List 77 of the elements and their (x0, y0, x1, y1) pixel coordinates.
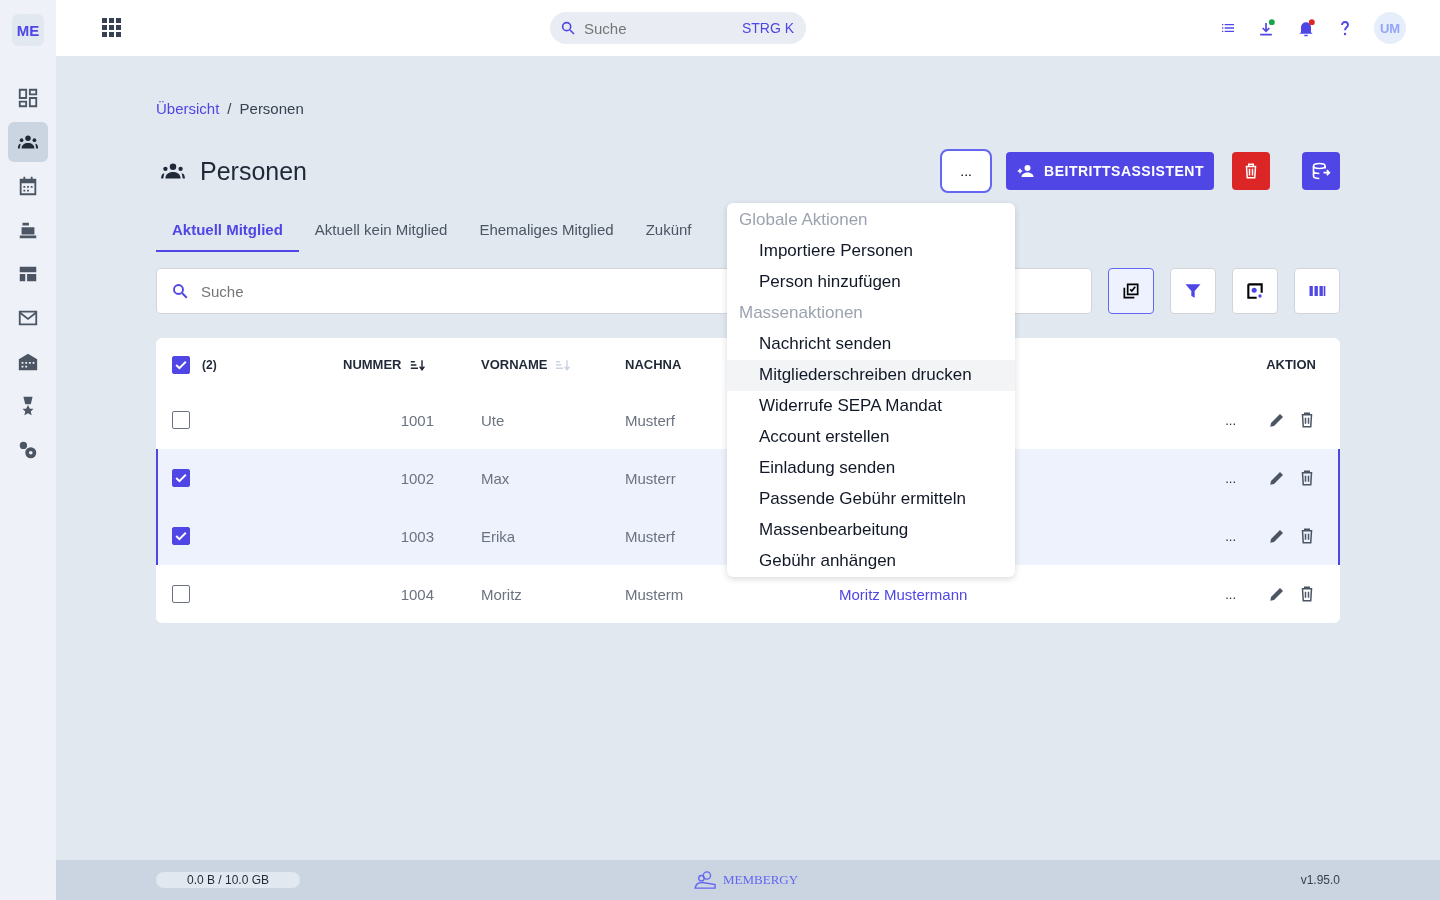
more-actions-button[interactable]: ... (1225, 528, 1236, 544)
search-icon (171, 282, 189, 300)
calendar-icon (17, 175, 39, 197)
tab[interactable]: Aktuell Mitglied (156, 209, 299, 252)
row-checkbox[interactable] (172, 469, 190, 487)
apps-grid-icon[interactable] (102, 18, 122, 38)
select-button[interactable] (1108, 268, 1154, 314)
table-cell: 1002 (400, 469, 434, 487)
menu-item[interactable]: Massenbearbeitung (727, 515, 1015, 546)
delete-button[interactable] (1232, 152, 1270, 190)
table-cell: Moritz (481, 585, 522, 603)
table-cell: Musterm (625, 585, 684, 603)
person-link[interactable]: Moritz Mustermann (839, 585, 968, 603)
filter-icon (1183, 281, 1203, 301)
table-cell: 1004 (400, 585, 434, 603)
row-checkbox[interactable] (172, 585, 190, 603)
export-button[interactable] (1302, 152, 1340, 190)
tab[interactable]: Aktuell kein Mitglied (298, 209, 464, 252)
table-cell: 1001 (400, 411, 434, 429)
menu-item[interactable]: Einladung senden (727, 453, 1015, 484)
table-cell: Erika (481, 527, 516, 545)
search-input[interactable]: Suche (582, 18, 736, 38)
view-button[interactable] (1232, 268, 1278, 314)
breadcrumb-current: Personen (239, 100, 304, 117)
menu-item[interactable]: Nachricht senden (727, 329, 1015, 360)
pencil-icon[interactable] (1268, 411, 1286, 429)
more-actions-button[interactable]: ... (1225, 586, 1236, 602)
menu-item[interactable]: Account erstellen (727, 422, 1015, 453)
column-header[interactable]: NACHNA (625, 357, 682, 372)
tab[interactable]: Ehemaliges Mitglied (463, 209, 630, 252)
menu-item[interactable]: Gebühr anhängen (727, 546, 1015, 577)
column-header[interactable]: NUMMER (343, 357, 402, 372)
pencil-icon[interactable] (1268, 585, 1286, 603)
menu-item[interactable]: Importiere Personen (727, 236, 1015, 267)
table-cell: 1003 (400, 527, 434, 545)
view-icon (1245, 281, 1265, 301)
columns-button[interactable] (1294, 268, 1340, 314)
storage-text: 0.0 B / 10.0 GB (186, 873, 270, 887)
page-title: Personen (200, 156, 308, 186)
table-cell: Max (481, 469, 510, 487)
breadcrumb-separator: / (227, 100, 232, 117)
column-header[interactable]: VORNAME (481, 357, 548, 372)
shortcut-hint: STRG K (741, 20, 794, 36)
menu-item[interactable]: Mitgliederschreiben drucken (727, 360, 1015, 391)
row-checkbox[interactable] (172, 411, 190, 429)
table-cell: Musterr (625, 469, 676, 487)
database-export-icon (1311, 161, 1331, 181)
search-field[interactable]: Suche STRG K (550, 12, 806, 44)
building-icon (17, 351, 39, 373)
table-cell: Ute (481, 411, 505, 429)
menu-item[interactable]: Passende Gebühr ermitteln (727, 484, 1015, 515)
pencil-icon[interactable] (1268, 527, 1286, 545)
filter-button[interactable] (1170, 268, 1216, 314)
pencil-icon[interactable] (1268, 469, 1286, 487)
select-all-checkbox[interactable] (172, 355, 190, 374)
table-cell: Musterf (625, 527, 675, 545)
search-icon (560, 20, 576, 36)
app-logo[interactable]: ME (12, 14, 44, 46)
sidebar-item[interactable] (8, 122, 48, 162)
sort-icon[interactable] (409, 357, 426, 372)
row-checkbox[interactable] (172, 527, 190, 545)
select-icon (1121, 281, 1141, 301)
table-cell: Musterf (625, 411, 675, 429)
tab[interactable]: Zukünf (629, 209, 708, 252)
column-header[interactable]: AKTION (1266, 357, 1316, 372)
more-button[interactable]: ... (940, 149, 993, 193)
dashboard-icon (17, 87, 39, 109)
version-text: v1.95.0 (1300, 873, 1340, 887)
wizard-button[interactable]: BEITRITTSASSISTENT (1006, 152, 1214, 190)
brand-logo-icon (693, 870, 719, 890)
brand-name: MEMBERGY (723, 872, 799, 888)
selection-count: (2) (202, 357, 217, 372)
menu-section-heading: Globale Aktionen (738, 209, 869, 231)
more-actions-button[interactable]: ... (1225, 470, 1236, 486)
more-actions-button[interactable]: ... (1225, 412, 1236, 428)
breadcrumb-link[interactable]: Übersicht (156, 100, 220, 117)
menu-item[interactable]: Widerrufe SEPA Mandat (727, 391, 1015, 422)
